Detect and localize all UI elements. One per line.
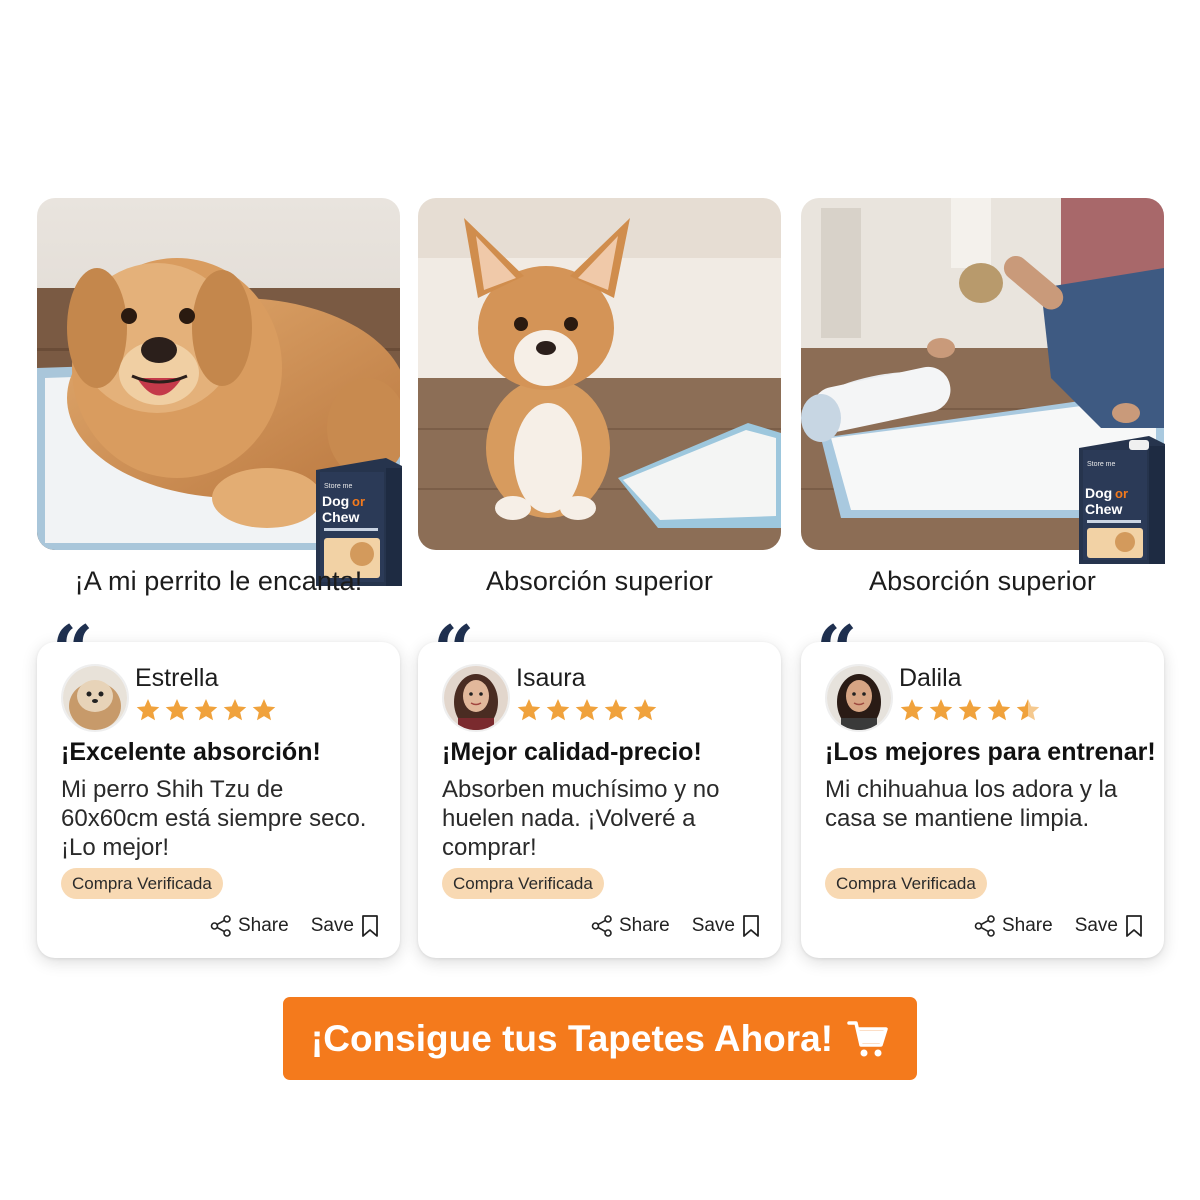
avatar — [61, 664, 129, 732]
review-title: ¡Los mejores para entrenar! — [825, 738, 1156, 766]
star-rating — [899, 697, 1041, 723]
save-button[interactable]: Save — [692, 914, 761, 938]
product-package-image: Store me Dog or Chew — [1079, 436, 1165, 564]
verified-purchase-badge: Compra Verificada — [61, 868, 223, 899]
star-icon — [194, 698, 218, 721]
share-icon — [210, 915, 231, 937]
svg-text:Dog: Dog — [322, 493, 349, 509]
share-label: Share — [1001, 915, 1053, 936]
svg-text:Chew: Chew — [322, 509, 359, 525]
star-icon — [517, 698, 541, 721]
review-card: Dalila ¡Los mejores para entrenar! Mi ch… — [801, 642, 1164, 958]
review-title: ¡Mejor calidad-precio! — [442, 738, 702, 766]
review-text: Mi perro Shih Tzu de 60x60cm está siempr… — [61, 776, 367, 861]
review-text: Absorben muchísimo y no huelen nada. ¡Vo… — [442, 776, 720, 861]
review-text: Mi chihuahua los adora y la casa se mant… — [825, 776, 1118, 832]
avatar — [442, 664, 510, 732]
avatar — [825, 664, 893, 732]
star-icon — [165, 698, 189, 721]
photo-caption: ¡A mi perrito le encanta! — [74, 566, 363, 596]
svg-text:Chew: Chew — [1085, 501, 1122, 517]
star-icon — [136, 698, 160, 721]
save-label: Save — [691, 915, 735, 936]
star-icon — [223, 698, 247, 721]
share-button[interactable]: Share — [210, 915, 289, 937]
star-icon — [987, 698, 1011, 721]
reviewer-name: Isaura — [516, 664, 586, 692]
star-icon — [546, 698, 570, 721]
star-icon — [633, 698, 657, 721]
review-card: Estrella ¡Excelente absorción! Mi perro … — [37, 642, 400, 958]
bookmark-icon — [362, 915, 378, 937]
star-icon — [958, 698, 982, 721]
star-icon — [604, 698, 628, 721]
star-icon — [252, 698, 276, 721]
save-button[interactable]: Save — [311, 914, 380, 938]
share-icon — [974, 915, 995, 937]
bookmark-icon — [743, 915, 759, 937]
save-label: Save — [1074, 915, 1118, 936]
review-card: Isaura ¡Mejor calidad-precio! Absorben m… — [418, 642, 781, 958]
photo-corgi-puppy-with-pads — [418, 198, 781, 550]
star-icon — [575, 698, 599, 721]
share-button[interactable]: Share — [591, 915, 670, 937]
save-label: Save — [310, 915, 354, 936]
star-rating — [516, 697, 658, 723]
share-icon — [591, 915, 612, 937]
svg-text:or: or — [352, 494, 365, 509]
svg-text:Store me: Store me — [1087, 461, 1116, 468]
star-icon — [929, 698, 953, 721]
share-label: Share — [237, 915, 289, 936]
star-icon — [900, 698, 924, 721]
photo-caption: Absorción superior — [869, 566, 1096, 596]
cta-label: ¡Consigue tus Tapetes Ahora! — [310, 1017, 834, 1059]
buy-now-button[interactable]: ¡Consigue tus Tapetes Ahora! — [283, 997, 917, 1080]
verified-purchase-badge: Compra Verificada — [442, 868, 604, 899]
star-rating — [135, 697, 277, 723]
save-button[interactable]: Save — [1075, 914, 1144, 938]
verified-purchase-badge: Compra Verificada — [825, 868, 987, 899]
bookmark-icon — [1126, 915, 1142, 937]
star-icon — [1016, 698, 1040, 721]
svg-text:Dog: Dog — [1085, 485, 1112, 501]
reviewer-name: Dalila — [899, 664, 962, 692]
share-label: Share — [618, 915, 670, 936]
reviewer-name: Estrella — [135, 664, 219, 692]
review-title: ¡Excelente absorción! — [61, 738, 321, 766]
svg-text:or: or — [1115, 486, 1128, 501]
share-button[interactable]: Share — [974, 915, 1053, 937]
photo-caption: Absorción superior — [486, 566, 713, 596]
shopping-cart-icon — [847, 1020, 888, 1056]
svg-text:Store me: Store me — [324, 483, 353, 490]
